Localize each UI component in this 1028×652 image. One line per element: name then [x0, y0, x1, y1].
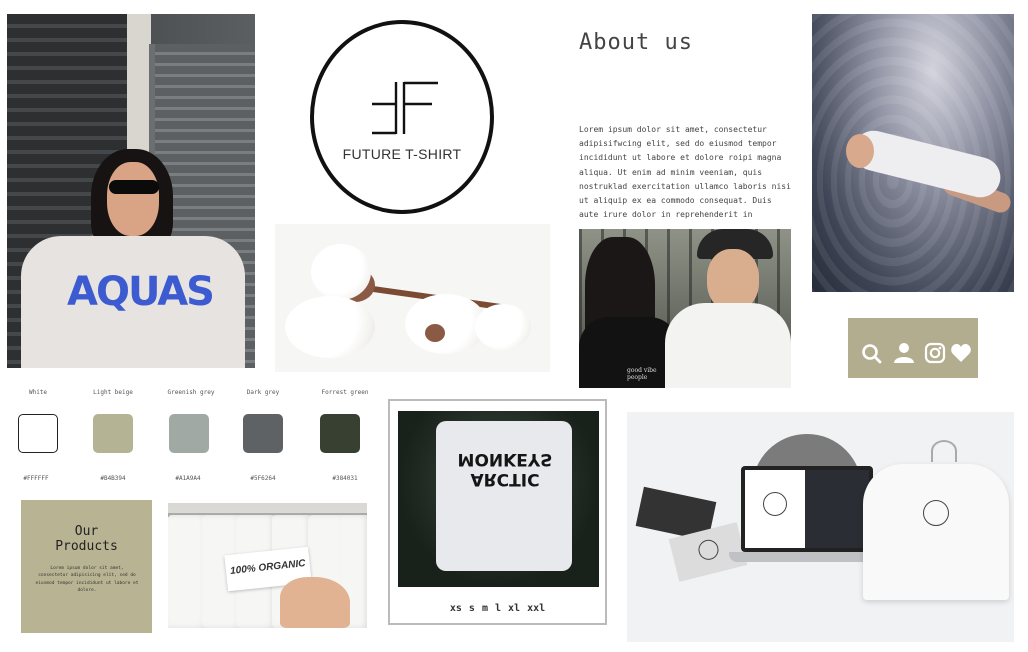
ff-monogram-icon — [372, 81, 438, 135]
swatch-dark-grey — [243, 414, 283, 453]
polaroid-photo: ARCTIC MONKEYS — [398, 411, 599, 587]
swatch-hex: #A1A9A4 — [175, 475, 201, 482]
photo-organic-rack: 100% ORGANIC — [168, 503, 367, 628]
products-title-line: Products — [55, 539, 118, 554]
swatch-label: White — [28, 389, 48, 396]
polaroid-card: ARCTIC MONKEYS xs s m l xl xxl — [388, 399, 607, 625]
shirt-print: ARCTIC MONKEYS — [457, 449, 553, 489]
swatch-label: Forrest green — [321, 389, 369, 396]
hand — [280, 577, 350, 628]
photo-couple: good vibe people — [579, 229, 791, 388]
sunglasses — [109, 180, 159, 194]
cotton-boll — [311, 244, 371, 300]
swatch-label: Dark grey — [246, 389, 280, 396]
brand-mockup — [627, 412, 1014, 642]
photo-water — [812, 14, 1014, 292]
ff-logo-icon — [696, 537, 721, 562]
face — [107, 162, 159, 236]
swatch-forrest-green — [320, 414, 360, 453]
swatch-hex: #B4B394 — [100, 475, 126, 482]
swatch-label: Light beige — [93, 389, 133, 396]
swatch-label: Greenish grey — [167, 389, 215, 396]
ff-logo-icon — [763, 492, 787, 516]
about-body: Lorem ipsum dolor sit amet, consectetur … — [579, 125, 791, 220]
products-card: Our Products Lorem ipsum dolor sit amet,… — [21, 500, 152, 633]
search-icon[interactable] — [860, 342, 882, 364]
photo-girl-sunglasses: AQUAS — [7, 14, 255, 368]
head — [846, 134, 874, 168]
size-options: xs s m l xl xxl — [449, 603, 546, 614]
swatch-greenish-grey — [169, 414, 209, 453]
hanger — [931, 440, 957, 462]
photo-cotton — [275, 224, 550, 372]
laptop-base — [729, 552, 885, 562]
swatch-hex: #5F6264 — [250, 475, 276, 482]
brand-logo: FUTURE T-SHIRT — [310, 20, 494, 214]
user-icon[interactable] — [893, 342, 915, 364]
about-title: About us — [579, 30, 693, 55]
swatch-hex: #FFFFFF — [23, 475, 49, 482]
ff-logo-icon — [923, 500, 949, 526]
cotton-husk — [425, 324, 445, 342]
shirt-print: good vibe people — [627, 367, 657, 381]
products-body: Lorem ipsum dolor sit amet, consectetur … — [35, 566, 139, 594]
instagram-icon[interactable] — [924, 342, 946, 364]
products-title: Our Products — [21, 524, 152, 554]
cotton-boll — [475, 304, 531, 350]
mockup-t-shirt — [863, 464, 1009, 600]
swatch-white — [18, 414, 58, 453]
products-title-line: Our — [74, 524, 99, 539]
icon-bar — [848, 318, 978, 378]
t-shirt — [436, 421, 572, 571]
swatch-hex: #384031 — [332, 475, 358, 482]
heart-icon[interactable] — [950, 342, 972, 364]
boy-white-shirt — [665, 303, 791, 388]
shirt-print: AQUAS — [67, 269, 215, 315]
brand-name: FUTURE T-SHIRT — [342, 146, 462, 162]
cotton-boll — [285, 296, 375, 358]
boy-face — [707, 249, 759, 311]
swatch-light-beige — [93, 414, 133, 453]
laptop-screen — [741, 466, 873, 552]
